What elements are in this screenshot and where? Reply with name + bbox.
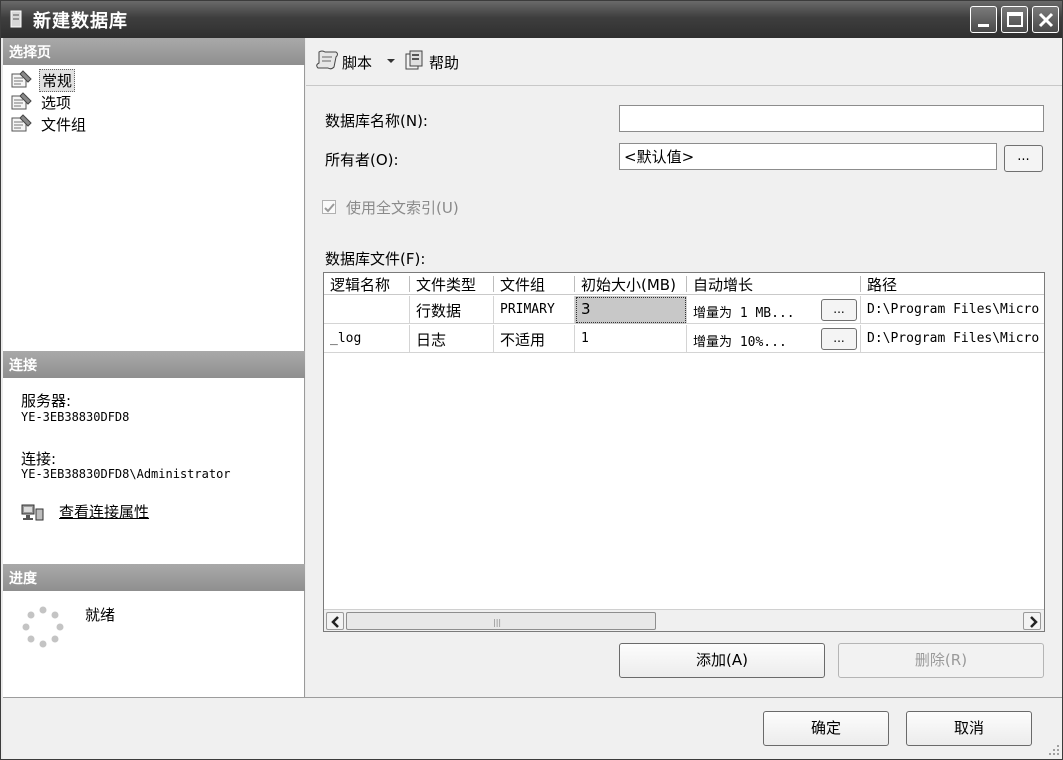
maximize-button[interactable] bbox=[1001, 6, 1028, 33]
add-button[interactable]: 添加(A) bbox=[619, 643, 825, 678]
page-item-label: 文件组 bbox=[41, 116, 87, 134]
progress-spinner-icon bbox=[22, 606, 64, 648]
page-properties-icon bbox=[11, 70, 32, 88]
remove-button[interactable]: 删除(R) bbox=[838, 643, 1044, 678]
horizontal-scrollbar[interactable]: ||| bbox=[324, 609, 1044, 631]
cell-path[interactable]: D:\Program Files\Micro bbox=[861, 296, 1044, 324]
column-header-filegroup[interactable]: 文件组 bbox=[494, 273, 551, 295]
close-button[interactable] bbox=[1032, 6, 1059, 33]
owner-label: 所有者(O): bbox=[325, 151, 399, 169]
column-header-initial-size[interactable]: 初始大小(MB) bbox=[575, 273, 682, 295]
progress-status: 就绪 bbox=[85, 606, 116, 624]
table-row[interactable]: _log 日志 不适用 1 增量为 10%... ... D:\Program … bbox=[324, 325, 1044, 353]
chevron-right-icon bbox=[1030, 616, 1038, 628]
connection-header: 连接 bbox=[3, 351, 305, 378]
page-properties-icon bbox=[11, 92, 32, 110]
progress-header: 进度 bbox=[3, 564, 305, 591]
cell-path[interactable]: D:\Program Files\Micro bbox=[861, 325, 1044, 353]
autogrowth-browse-button[interactable]: ... bbox=[821, 299, 857, 321]
database-name-input[interactable] bbox=[619, 105, 1044, 132]
resize-grip-icon[interactable] bbox=[1046, 742, 1060, 756]
cell-initial-size[interactable]: 1 bbox=[575, 325, 687, 353]
cell-filegroup[interactable]: 不适用 bbox=[494, 325, 575, 353]
script-icon bbox=[316, 50, 338, 70]
right-pane: 脚本 帮助 数据库名称(N): 所有者(O): <默认值> ... 使用全文索引… bbox=[306, 38, 1062, 697]
left-pane: 选择页 常规 选项 文件组 连接 服务器: YE-3EB38830DFD8 连接… bbox=[3, 38, 305, 697]
page-item-label: 常规 bbox=[39, 69, 76, 92]
chevron-down-icon bbox=[387, 59, 395, 63]
table-row[interactable]: 行数据 PRIMARY 3 增量为 1 MB... ... D:\Program… bbox=[324, 296, 1044, 324]
column-header-file-type[interactable]: 文件类型 bbox=[410, 273, 482, 295]
view-connection-properties-link[interactable]: 查看连接属性 bbox=[59, 501, 149, 522]
cell-logical-name[interactable]: _log bbox=[324, 325, 410, 353]
cell-file-type[interactable]: 行数据 bbox=[410, 296, 494, 324]
cell-filegroup[interactable]: PRIMARY bbox=[494, 296, 575, 324]
checkmark-icon bbox=[324, 203, 335, 213]
close-icon bbox=[1038, 12, 1054, 28]
window-title: 新建数据库 bbox=[33, 11, 128, 32]
help-icon bbox=[405, 50, 423, 70]
chevron-left-icon bbox=[331, 616, 339, 628]
autogrowth-value: 增量为 1 MB... bbox=[693, 306, 795, 321]
title-bar[interactable]: 新建数据库 bbox=[1, 1, 1062, 38]
database-icon bbox=[10, 10, 22, 28]
page-item-label: 选项 bbox=[41, 94, 72, 112]
database-name-label: 数据库名称(N): bbox=[325, 112, 428, 130]
new-database-dialog: 新建数据库 选择页 常规 选项 文件组 连接 服务器: YE-3EB38830D… bbox=[0, 0, 1063, 760]
column-header-autogrowth[interactable]: 自动增长 bbox=[687, 273, 759, 295]
ok-button[interactable]: 确定 bbox=[763, 711, 889, 746]
autogrowth-browse-button[interactable]: ... bbox=[821, 328, 857, 350]
server-label: 服务器: bbox=[21, 392, 72, 410]
page-properties-icon bbox=[11, 114, 32, 132]
column-header-logical-name[interactable]: 逻辑名称 bbox=[324, 273, 396, 295]
scroll-left-button[interactable] bbox=[326, 612, 344, 630]
column-header-path[interactable]: 路径 bbox=[861, 273, 903, 295]
scroll-right-button[interactable] bbox=[1023, 612, 1041, 630]
fulltext-index-label: 使用全文索引(U) bbox=[346, 199, 459, 217]
select-page-header: 选择页 bbox=[3, 38, 305, 65]
maximize-icon bbox=[1007, 12, 1023, 27]
checkbox-box bbox=[322, 200, 336, 214]
cell-file-type[interactable]: 日志 bbox=[410, 325, 494, 353]
owner-browse-button[interactable]: ... bbox=[1004, 145, 1043, 172]
server-value: YE-3EB38830DFD8 bbox=[21, 410, 130, 424]
grid-header: 逻辑名称 文件类型 文件组 初始大小(MB) 自动增长 路径 bbox=[324, 273, 1044, 295]
help-label: 帮助 bbox=[429, 54, 460, 72]
database-files-grid: 逻辑名称 文件类型 文件组 初始大小(MB) 自动增长 路径 行数据 PRIMA… bbox=[323, 272, 1045, 632]
connection-label: 连接: bbox=[21, 450, 57, 468]
script-label: 脚本 bbox=[342, 54, 373, 72]
database-files-label: 数据库文件(F): bbox=[325, 250, 426, 268]
cell-initial-size[interactable]: 3 bbox=[575, 296, 687, 324]
cancel-button[interactable]: 取消 bbox=[906, 711, 1032, 746]
minimize-icon bbox=[978, 24, 989, 27]
owner-input[interactable]: <默认值> bbox=[619, 143, 997, 170]
minimize-button[interactable] bbox=[970, 6, 997, 33]
connection-properties-icon bbox=[21, 504, 44, 521]
toolbar: 脚本 帮助 bbox=[306, 38, 1062, 86]
scroll-thumb[interactable]: ||| bbox=[346, 612, 656, 630]
cell-logical-name[interactable] bbox=[324, 296, 410, 324]
dialog-footer: 确定 取消 bbox=[3, 697, 1062, 759]
connection-value: YE-3EB38830DFD8\Administrator bbox=[21, 467, 231, 481]
autogrowth-value: 增量为 10%... bbox=[693, 335, 787, 350]
scroll-grip: ||| bbox=[493, 618, 502, 627]
